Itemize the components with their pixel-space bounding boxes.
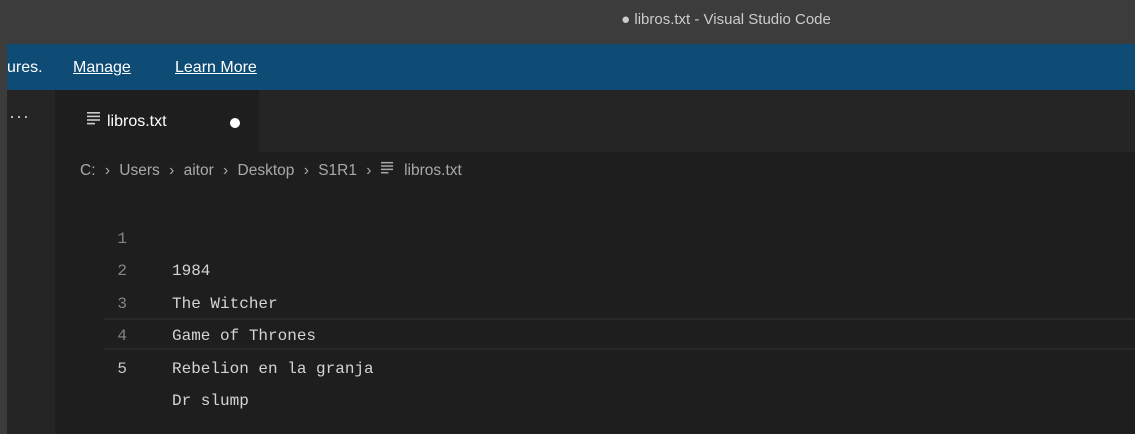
- line-number: 5: [117, 359, 127, 378]
- tab-label: libros.txt: [107, 113, 167, 130]
- breadcrumb-item-users[interactable]: Users: [119, 156, 159, 186]
- line-text[interactable]: Rebelion en la granja: [172, 353, 374, 386]
- window-title: ● libros.txt - Visual Studio Code: [621, 11, 831, 28]
- vscode-window: ● libros.txt - Visual Studio Code ures. …: [0, 0, 1135, 434]
- sidebar: ···: [7, 90, 55, 434]
- editor-line[interactable]: 2 The Witcher: [55, 223, 1135, 313]
- breadcrumb-separator-icon: ›: [223, 162, 229, 179]
- notification-banner: ures. Manage Learn More: [7, 44, 1135, 90]
- line-text[interactable]: Dr slump: [172, 385, 249, 418]
- breadcrumb-item-drive[interactable]: C:: [80, 156, 96, 186]
- breadcrumb-item-desktop[interactable]: Desktop: [238, 156, 295, 186]
- editor-line[interactable]: 4 Rebelion en la granja: [55, 288, 1135, 378]
- editor-line[interactable]: 3 Game of Thrones: [55, 255, 1135, 346]
- breadcrumb-separator-icon: ›: [104, 162, 110, 179]
- text-file-icon: [87, 112, 100, 125]
- editor-line[interactable]: 1 1984: [55, 190, 1135, 281]
- tab-libros-txt[interactable]: libros.txt: [55, 90, 259, 152]
- breadcrumb-item-file[interactable]: libros.txt: [404, 156, 462, 186]
- tab-bar: libros.txt: [55, 90, 1135, 152]
- breadcrumb-separator-icon: ›: [303, 162, 309, 179]
- breadcrumb-item-aitor[interactable]: aitor: [184, 156, 214, 186]
- unsaved-changes-dot-icon[interactable]: [230, 118, 240, 128]
- window-left-edge: [0, 0, 7, 434]
- breadcrumb-item-s1r1[interactable]: S1R1: [318, 156, 357, 186]
- manage-link[interactable]: Manage: [73, 44, 131, 92]
- more-actions-icon[interactable]: ···: [9, 106, 30, 127]
- breadcrumb: C: › Users › aitor › Desktop › S1R1 › li…: [80, 156, 462, 186]
- breadcrumb-separator-icon: ›: [169, 162, 175, 179]
- banner-message: ures.: [7, 59, 43, 76]
- title-bar: ● libros.txt - Visual Studio Code: [7, 0, 1135, 44]
- editor-line-current[interactable]: 5 Dr slump: [55, 320, 1135, 411]
- editor[interactable]: 1 1984 2 The Witcher 3 Game of Thrones 4…: [55, 190, 1135, 411]
- text-file-icon: [380, 162, 393, 174]
- breadcrumb-separator-icon: ›: [366, 162, 372, 179]
- learn-more-link[interactable]: Learn More: [175, 44, 257, 92]
